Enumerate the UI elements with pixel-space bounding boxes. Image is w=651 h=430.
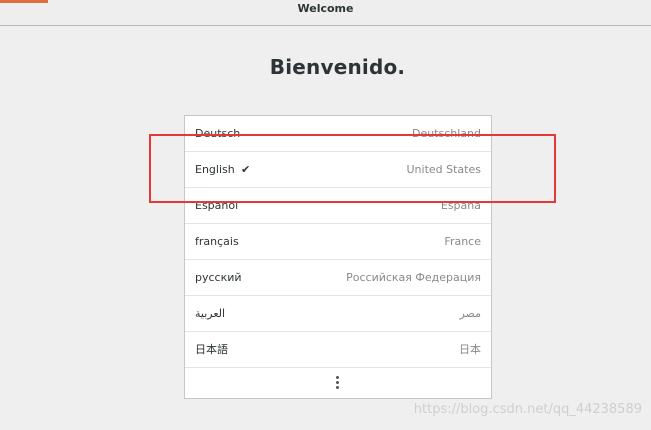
language-country: Deutschland — [411, 127, 481, 140]
language-row-francais[interactable]: français France — [185, 224, 491, 260]
language-list: Deutsch Deutschland English ✔ United Sta… — [184, 115, 492, 399]
welcome-window: Welcome Bienvenido. Deutsch Deutschland … — [0, 0, 651, 430]
language-country: France — [444, 235, 481, 248]
page-title: Bienvenido. — [269, 55, 406, 79]
language-row-japanese[interactable]: 日本語 日本 — [185, 332, 491, 368]
language-row-english[interactable]: English ✔ United States — [185, 152, 491, 188]
more-languages-button[interactable] — [185, 368, 491, 398]
language-row-russian[interactable]: русский Российская Федерация — [185, 260, 491, 296]
language-name: 日本語 — [195, 343, 228, 356]
language-name: Deutsch — [195, 127, 241, 140]
language-country: 日本 — [459, 343, 481, 356]
window-title: Welcome — [297, 2, 354, 15]
language-country: مصر — [459, 307, 481, 320]
language-country: United States — [406, 163, 482, 176]
language-row-arabic[interactable]: العربية مصر — [185, 296, 491, 332]
language-name: Español — [195, 199, 239, 212]
language-row-espanol[interactable]: Español España — [185, 188, 491, 224]
view-more-icon — [336, 376, 339, 390]
language-row-deutsch[interactable]: Deutsch Deutschland — [185, 116, 491, 152]
language-name: English — [195, 163, 235, 176]
checkmark-icon: ✔ — [241, 163, 251, 176]
language-country: España — [440, 199, 481, 212]
language-name: русский — [195, 271, 242, 284]
watermark: https://blog.csdn.net/qq_44238589 — [413, 402, 642, 417]
language-country: Российская Федерация — [346, 271, 481, 284]
language-name: français — [195, 235, 239, 248]
titlebar: Welcome — [0, 0, 651, 26]
language-name: العربية — [195, 307, 226, 320]
